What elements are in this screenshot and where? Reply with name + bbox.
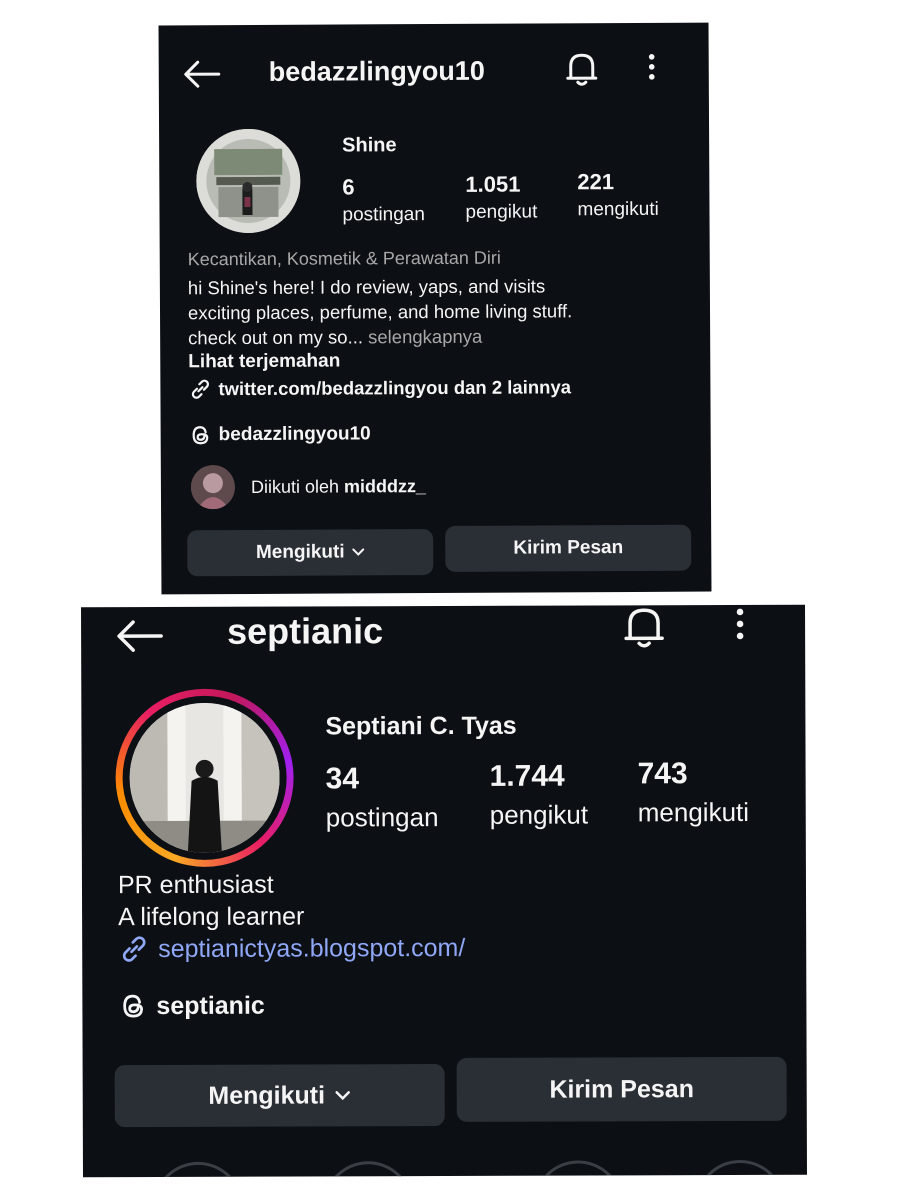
following-button[interactable]: Mengikuti [187, 529, 434, 577]
stat-followers[interactable]: 1.051 pengikut [465, 171, 537, 223]
profile-card-bedazzlingyou10: bedazzlingyou10 Shine 6 postingan 1.051 … [158, 22, 712, 595]
stat-following[interactable]: 743 mengikuti [638, 757, 750, 828]
threads-badge[interactable]: bedazzlingyou10 [189, 422, 371, 447]
threads-handle: bedazzlingyou10 [218, 423, 371, 446]
threads-icon [118, 991, 148, 1021]
stat-followers-label: pengikut [465, 201, 538, 223]
more-vertical-icon[interactable] [647, 53, 657, 81]
chevron-down-icon [335, 1090, 351, 1101]
story-highlight[interactable] [322, 1161, 414, 1178]
stat-followers[interactable]: 1.744 pengikut [490, 759, 589, 830]
stat-posts-label: postingan [342, 204, 425, 226]
stat-following-value: 743 [637, 757, 688, 791]
bio-line: exciting places, perfume, and home livin… [187, 300, 573, 324]
external-link[interactable]: septianictyas.blogspot.com/ [118, 932, 465, 965]
profile-card-septianic: septianic Septiani C. Tyas 34 postingan … [81, 604, 807, 1178]
following-button-label: Mengikuti [255, 541, 345, 563]
stat-posts[interactable]: 34 postingan [326, 762, 439, 833]
more-vertical-icon[interactable] [734, 607, 746, 641]
threads-badge[interactable]: septianic [118, 991, 265, 1022]
back-arrow-icon[interactable] [115, 619, 163, 653]
avatar[interactable] [196, 128, 301, 234]
threads-icon [189, 423, 213, 447]
display-name: Septiani C. Tyas [325, 711, 517, 741]
display-name: Shine [342, 134, 397, 157]
story-highlight[interactable] [694, 1159, 786, 1178]
stat-following-label: mengikuti [577, 198, 659, 221]
stat-posts-value: 34 [325, 762, 360, 796]
message-button-label: Kirim Pesan [513, 537, 624, 559]
stat-following[interactable]: 221 mengikuti [577, 169, 659, 221]
bio: hi Shine's here! I do review, yaps, and … [188, 273, 573, 350]
external-link-text: septianictyas.blogspot.com/ [158, 933, 466, 963]
message-button[interactable]: Kirim Pesan [445, 524, 692, 572]
back-arrow-icon[interactable] [183, 59, 221, 89]
bio-line: check out on my so... [188, 326, 364, 349]
avatar[interactable] [129, 702, 280, 854]
chevron-down-icon [352, 548, 365, 556]
stat-following-value: 221 [577, 169, 615, 195]
threads-handle: septianic [156, 991, 265, 1020]
followed-by-user[interactable]: midddzz_ [344, 476, 426, 497]
bell-icon[interactable] [623, 605, 665, 649]
stat-posts[interactable]: 6 postingan [342, 174, 425, 226]
bell-icon[interactable] [565, 51, 599, 87]
bio-line: A lifelong learner [118, 902, 305, 932]
bio-line-truncated: check out on my so... selengkapnya [188, 323, 572, 350]
message-button-label: Kirim Pesan [549, 1074, 694, 1104]
story-highlight[interactable] [532, 1160, 624, 1178]
bio: PR enthusiast A lifelong learner [118, 868, 304, 933]
story-highlight[interactable] [152, 1161, 244, 1178]
stat-posts-value: 6 [342, 174, 355, 200]
bio-line: PR enthusiast [117, 870, 274, 900]
more-link[interactable]: selengkapnya [368, 326, 482, 348]
profile-category: Kecantikan, Kosmetik & Perawatan Diri [187, 247, 501, 270]
link-icon [118, 933, 150, 965]
link-icon [188, 377, 212, 401]
translate-link[interactable]: Lihat terjemahan [188, 350, 340, 373]
stat-posts-label: postingan [325, 802, 439, 833]
stat-following-label: mengikuti [637, 796, 750, 828]
message-button[interactable]: Kirim Pesan [456, 1056, 787, 1122]
followed-by[interactable]: Diikuti oleh midddzz_ [190, 464, 426, 510]
bio-line: hi Shine's here! I do review, yaps, and … [187, 275, 546, 299]
external-link-text: twitter.com/bedazzlingyou dan 2 lainnya [218, 376, 572, 400]
stat-followers-value: 1.744 [489, 759, 565, 793]
followed-by-prefix: Diikuti oleh [250, 476, 340, 497]
stat-followers-value: 1.051 [465, 171, 521, 197]
following-button-label: Mengikuti [208, 1080, 326, 1110]
profile-username: bedazzlingyou10 [268, 55, 485, 87]
stat-followers-label: pengikut [489, 799, 589, 830]
external-link[interactable]: twitter.com/bedazzlingyou dan 2 lainnya [188, 375, 571, 401]
profile-username: septianic [227, 610, 384, 652]
following-button[interactable]: Mengikuti [114, 1063, 445, 1128]
mutual-follower-avatar [190, 465, 236, 510]
